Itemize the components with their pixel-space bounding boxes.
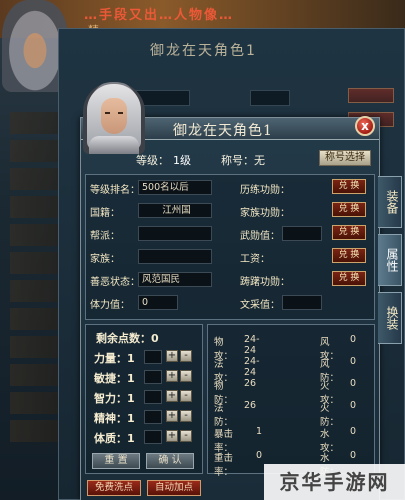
info-row: 家族： 工资： 兑 换 <box>86 248 374 267</box>
nick-row: 称号：无 <box>221 152 265 168</box>
exchange-button[interactable]: 兑 换 <box>332 271 366 286</box>
exchange-button[interactable]: 兑 换 <box>332 225 366 240</box>
merit-label: 文采值： <box>240 300 280 311</box>
level-label: 等级： <box>136 154 169 167</box>
stat-input[interactable] <box>144 410 162 424</box>
portrait-eye <box>118 112 123 114</box>
merit-label: 家族功勋： <box>240 208 290 219</box>
merit-label: 工资： <box>240 254 270 265</box>
exchange-button[interactable]: 兑 换 <box>332 248 366 263</box>
plus-button[interactable]: + <box>166 390 178 402</box>
minus-button[interactable]: - <box>180 350 192 362</box>
stat-row: 敏捷：1 + - <box>94 369 202 386</box>
stat-label: 体质：1 <box>94 432 135 445</box>
exchange-button[interactable]: 兑 换 <box>332 202 366 217</box>
remaining-points: 剩余点数：0 <box>96 330 159 346</box>
stat-label: 力量：1 <box>94 352 135 365</box>
stat-label: 精神：1 <box>94 412 135 425</box>
stat-input[interactable] <box>144 390 162 404</box>
merit-value <box>282 295 322 310</box>
minus-button[interactable]: - <box>180 390 192 402</box>
background-cell <box>250 90 290 106</box>
info-row: 体力值： 0 文采值： <box>86 294 374 313</box>
stat-row: 力量：1 + - <box>94 349 202 366</box>
stat-label: 敏捷：1 <box>94 372 135 385</box>
info-label: 国籍： <box>90 208 120 219</box>
plus-button[interactable]: + <box>166 370 178 382</box>
stat-row: 精神：1 + - <box>94 409 202 426</box>
tab-attributes[interactable]: 属性 <box>378 234 402 286</box>
info-label: 家族： <box>90 254 120 265</box>
reset-button[interactable]: 重 置 <box>92 453 140 469</box>
free-wash-points-button[interactable]: 免费洗点 <box>87 480 141 496</box>
stat-input[interactable] <box>144 370 162 384</box>
portrait-eye <box>105 112 110 114</box>
plus-button[interactable]: + <box>166 350 178 362</box>
background-panel-title: 御龙在天角色1 <box>150 43 257 59</box>
level-row: 等级： 1级 <box>136 152 195 168</box>
nick-label: 称号： <box>221 154 254 167</box>
nick-select-button[interactable]: 称号选择 <box>319 150 371 166</box>
background-red-button <box>348 88 394 103</box>
info-label: 帮派： <box>90 231 120 242</box>
minus-button[interactable]: - <box>180 370 192 382</box>
merit-value <box>282 226 322 241</box>
info-panel: 等级排名： 500名以后 历练功勋： 兑 换 国籍： 江州国 家族功勋： 兑 换… <box>85 174 375 320</box>
remaining-points-label: 剩余点数： <box>96 332 151 345</box>
auto-add-points-button[interactable]: 自动加点 <box>147 480 201 496</box>
portrait-robe <box>89 136 139 154</box>
site-watermark: 京华手游网 <box>264 464 405 500</box>
info-label: 等级排名： <box>90 185 140 196</box>
plus-button[interactable]: + <box>166 410 178 422</box>
info-value: 500名以后 <box>138 180 212 195</box>
info-row: 等级排名： 500名以后 历练功勋： 兑 换 <box>86 179 374 198</box>
tab-outfit[interactable]: 换装 <box>378 292 402 344</box>
confirm-button[interactable]: 确 认 <box>146 453 194 469</box>
nick-value: 无 <box>254 154 265 167</box>
close-button[interactable]: x <box>355 116 375 136</box>
info-value <box>138 249 212 264</box>
merit-label: 武勋值： <box>240 231 280 242</box>
window-title: 御龙在天角色1 <box>173 123 273 139</box>
merit-label: 踌躇功勋： <box>240 277 290 288</box>
info-row: 国籍： 江州国 家族功勋： 兑 换 <box>86 202 374 221</box>
info-row: 帮派： 武勋值： 兑 换 <box>86 225 374 244</box>
combat-stats-panel: 物攻： 24-24 法攻： 24-24 物防： 26 法防： 26 暴击率： 1 重击率：… <box>207 324 375 478</box>
info-value: 0 <box>138 295 178 310</box>
minus-button[interactable]: - <box>180 430 192 442</box>
plus-button[interactable]: + <box>166 430 178 442</box>
character-portrait <box>83 82 145 154</box>
info-value <box>138 226 212 241</box>
merit-label: 历练功勋： <box>240 185 290 196</box>
attribute-points-panel: 剩余点数：0 力量：1 + - 敏捷：1 + - 智力：1 + - 精神：1 +… <box>85 324 203 474</box>
info-row: 善恶状态： 风范国民 踌躇功勋： 兑 换 <box>86 271 374 290</box>
exchange-button[interactable]: 兑 换 <box>332 179 366 194</box>
info-value: 江州国 <box>138 203 212 218</box>
character-window: 御龙在天角色1 x 等级： 1级 称号：无 称号选择 等级排名： 500名以后 历… <box>80 82 380 500</box>
stat-input[interactable] <box>144 430 162 444</box>
stat-row: 智力：1 + - <box>94 389 202 406</box>
level-value: 1级 <box>173 154 191 167</box>
stat-row: 体质：1 + - <box>94 429 202 446</box>
info-label: 善恶状态： <box>90 277 140 288</box>
stat-input[interactable] <box>144 350 162 364</box>
background-banner-text: …手段又出…人物像… <box>84 8 235 23</box>
portrait-face <box>101 98 127 134</box>
info-value: 风范国民 <box>138 272 212 287</box>
stat-label: 智力：1 <box>94 392 135 405</box>
background-left-column <box>10 112 58 448</box>
minus-button[interactable]: - <box>180 410 192 422</box>
remaining-points-value: 0 <box>151 332 159 345</box>
info-label: 体力值： <box>90 300 130 311</box>
tab-equipment[interactable]: 装备 <box>378 176 402 228</box>
